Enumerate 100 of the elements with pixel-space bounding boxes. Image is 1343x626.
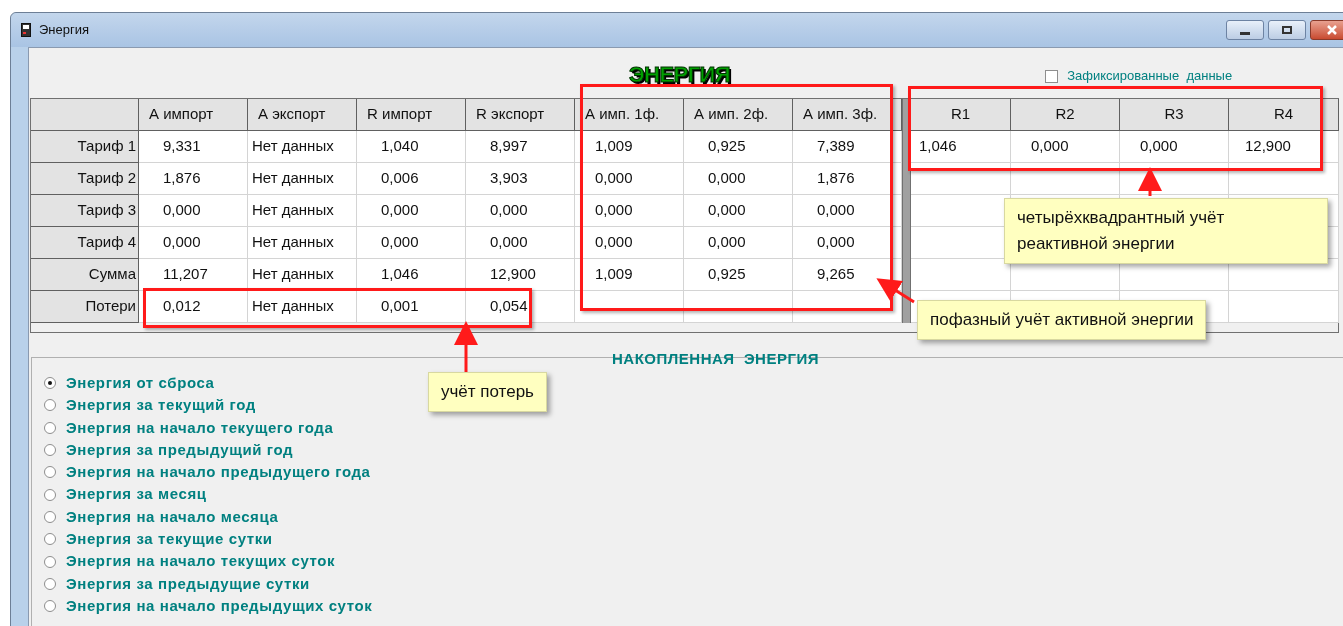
table-cell: 1,040 bbox=[357, 131, 466, 163]
radio-label[interactable]: Энергия за предыдущий год bbox=[66, 438, 294, 462]
radio-button[interactable] bbox=[44, 377, 56, 390]
table-cell: Нет данных bbox=[248, 259, 357, 291]
column-header: R экспорт bbox=[466, 99, 575, 131]
energy-heading: ЭНЕРГИЯ bbox=[629, 60, 731, 89]
row-header: Тариф 3 bbox=[31, 195, 139, 227]
table-cell: 12,900 bbox=[1229, 131, 1339, 163]
radio-label[interactable]: Энергия за месяц bbox=[66, 483, 207, 506]
column-header: R4 bbox=[1229, 99, 1339, 131]
column-header: R3 bbox=[1120, 99, 1229, 131]
arrow bbox=[1138, 167, 1162, 196]
radio-label[interactable]: Энергия за текущий год bbox=[66, 394, 256, 417]
table-cell: 0,006 bbox=[357, 163, 466, 195]
radio-button[interactable] bbox=[44, 600, 56, 613]
table-cell: 0,001 bbox=[357, 291, 466, 323]
app-icon bbox=[21, 23, 31, 37]
table-cell: Нет данных bbox=[248, 291, 357, 323]
maximize-icon bbox=[1282, 26, 1292, 34]
table-cell: 1,009 bbox=[575, 131, 684, 163]
table-cell: Нет данных bbox=[248, 227, 357, 259]
radio-label[interactable]: Энергия на начало месяца bbox=[66, 505, 279, 529]
table-cell: 1,009 bbox=[575, 259, 684, 291]
radio-button[interactable] bbox=[44, 533, 56, 546]
callout-note: учёт потерь bbox=[428, 372, 547, 412]
checkbox-label: Зафиксированные данные bbox=[1067, 67, 1233, 86]
row-header: Тариф 1 bbox=[31, 131, 139, 163]
callout-note: пофазный учёт активной энергии bbox=[917, 300, 1207, 340]
close-button[interactable] bbox=[1310, 20, 1343, 40]
column-header: А экспорт bbox=[248, 99, 357, 131]
table-cell: 0,000 bbox=[1011, 131, 1120, 163]
table-cell: 7,389 bbox=[793, 131, 902, 163]
table-cell: Нет данных bbox=[248, 163, 357, 195]
group-title: НАКОПЛЕННАЯ ЭНЕРГИЯ bbox=[612, 349, 819, 369]
column-header: R2 bbox=[1011, 99, 1120, 131]
row-header: Сумма bbox=[31, 259, 139, 291]
radio-label[interactable]: Энергия за предыдущие сутки bbox=[66, 572, 310, 596]
arrow bbox=[454, 321, 478, 372]
minimize-icon bbox=[1240, 31, 1250, 35]
column-header: R1 bbox=[911, 99, 1011, 131]
table-cell: 0,000 bbox=[466, 227, 575, 259]
table-cell: 1,046 bbox=[357, 259, 466, 291]
table-cell: 8,997 bbox=[466, 131, 575, 163]
table-cell: 0,000 bbox=[466, 195, 575, 227]
radio-button[interactable] bbox=[44, 488, 56, 501]
column-header: А импорт bbox=[139, 99, 248, 131]
table-cell: 1,876 bbox=[139, 163, 248, 195]
radio-button[interactable] bbox=[44, 510, 56, 523]
minimize-button[interactable] bbox=[1226, 20, 1264, 40]
radio-label[interactable]: Энергия от сброса bbox=[66, 371, 215, 395]
radio-label[interactable]: Энергия на начало предыдущего года bbox=[66, 461, 371, 484]
column-header: А имп. 3ф. bbox=[793, 99, 902, 131]
row-header: Потери bbox=[31, 291, 139, 323]
table-cell: 0,000 bbox=[793, 195, 902, 227]
table-cell: 0,012 bbox=[139, 291, 248, 323]
window-title: Энергия bbox=[39, 21, 90, 40]
table-cell: 0,000 bbox=[575, 163, 684, 195]
table-cell: 0,000 bbox=[357, 227, 466, 259]
table-cell: 1,046 bbox=[911, 131, 1011, 163]
radio-button[interactable] bbox=[44, 466, 56, 479]
close-icon bbox=[1327, 25, 1337, 35]
arrow bbox=[876, 278, 915, 304]
radio-label[interactable]: Энергия на начало предыдущих суток bbox=[66, 594, 373, 618]
table-cell: 0,000 bbox=[575, 195, 684, 227]
table-cell: 0,000 bbox=[139, 227, 248, 259]
radio-button[interactable] bbox=[44, 577, 56, 590]
table-cell: 9,331 bbox=[139, 131, 248, 163]
fixed-data-checkbox[interactable] bbox=[1045, 69, 1059, 83]
callout-note: четырёхквадрантный учёт реактивной энергии bbox=[1004, 198, 1328, 264]
table-cell: 0,000 bbox=[684, 195, 793, 227]
table-cell: 0,000 bbox=[684, 227, 793, 259]
table-cell: Нет данных bbox=[248, 195, 357, 227]
column-header: А имп. 2ф. bbox=[684, 99, 793, 131]
maximize-button[interactable] bbox=[1268, 20, 1306, 40]
table-cell: 0,000 bbox=[793, 227, 902, 259]
table-cell: 3,903 bbox=[466, 163, 575, 195]
table-cell: 9,265 bbox=[793, 259, 902, 291]
radio-button[interactable] bbox=[44, 399, 56, 412]
row-header: Тариф 4 bbox=[31, 227, 139, 259]
radio-label[interactable]: Энергия на начало текущего года bbox=[66, 416, 334, 439]
table-cell: 0,000 bbox=[357, 195, 466, 227]
table-cell: 0,925 bbox=[684, 259, 793, 291]
table-cell: 12,900 bbox=[466, 259, 575, 291]
radio-label[interactable]: Энергия на начало текущих суток bbox=[66, 550, 336, 573]
table-cell: 0,000 bbox=[575, 227, 684, 259]
table-cell: 1,876 bbox=[793, 163, 902, 195]
column-header: R импорт bbox=[357, 99, 466, 131]
table-cell: 0,000 bbox=[139, 195, 248, 227]
column-header: А имп. 1ф. bbox=[575, 99, 684, 131]
table-cell: 0,000 bbox=[684, 163, 793, 195]
table-cell: 0,925 bbox=[684, 131, 793, 163]
table-cell: Нет данных bbox=[248, 131, 357, 163]
radio-button[interactable] bbox=[44, 444, 56, 457]
row-header: Тариф 2 bbox=[31, 163, 139, 195]
radio-button[interactable] bbox=[44, 555, 56, 568]
radio-button[interactable] bbox=[44, 421, 56, 434]
table-cell: 0,054 bbox=[466, 291, 575, 323]
table-cell: 0,000 bbox=[1120, 131, 1229, 163]
radio-label[interactable]: Энергия за текущие сутки bbox=[66, 528, 273, 551]
table-cell: 11,207 bbox=[139, 259, 248, 291]
